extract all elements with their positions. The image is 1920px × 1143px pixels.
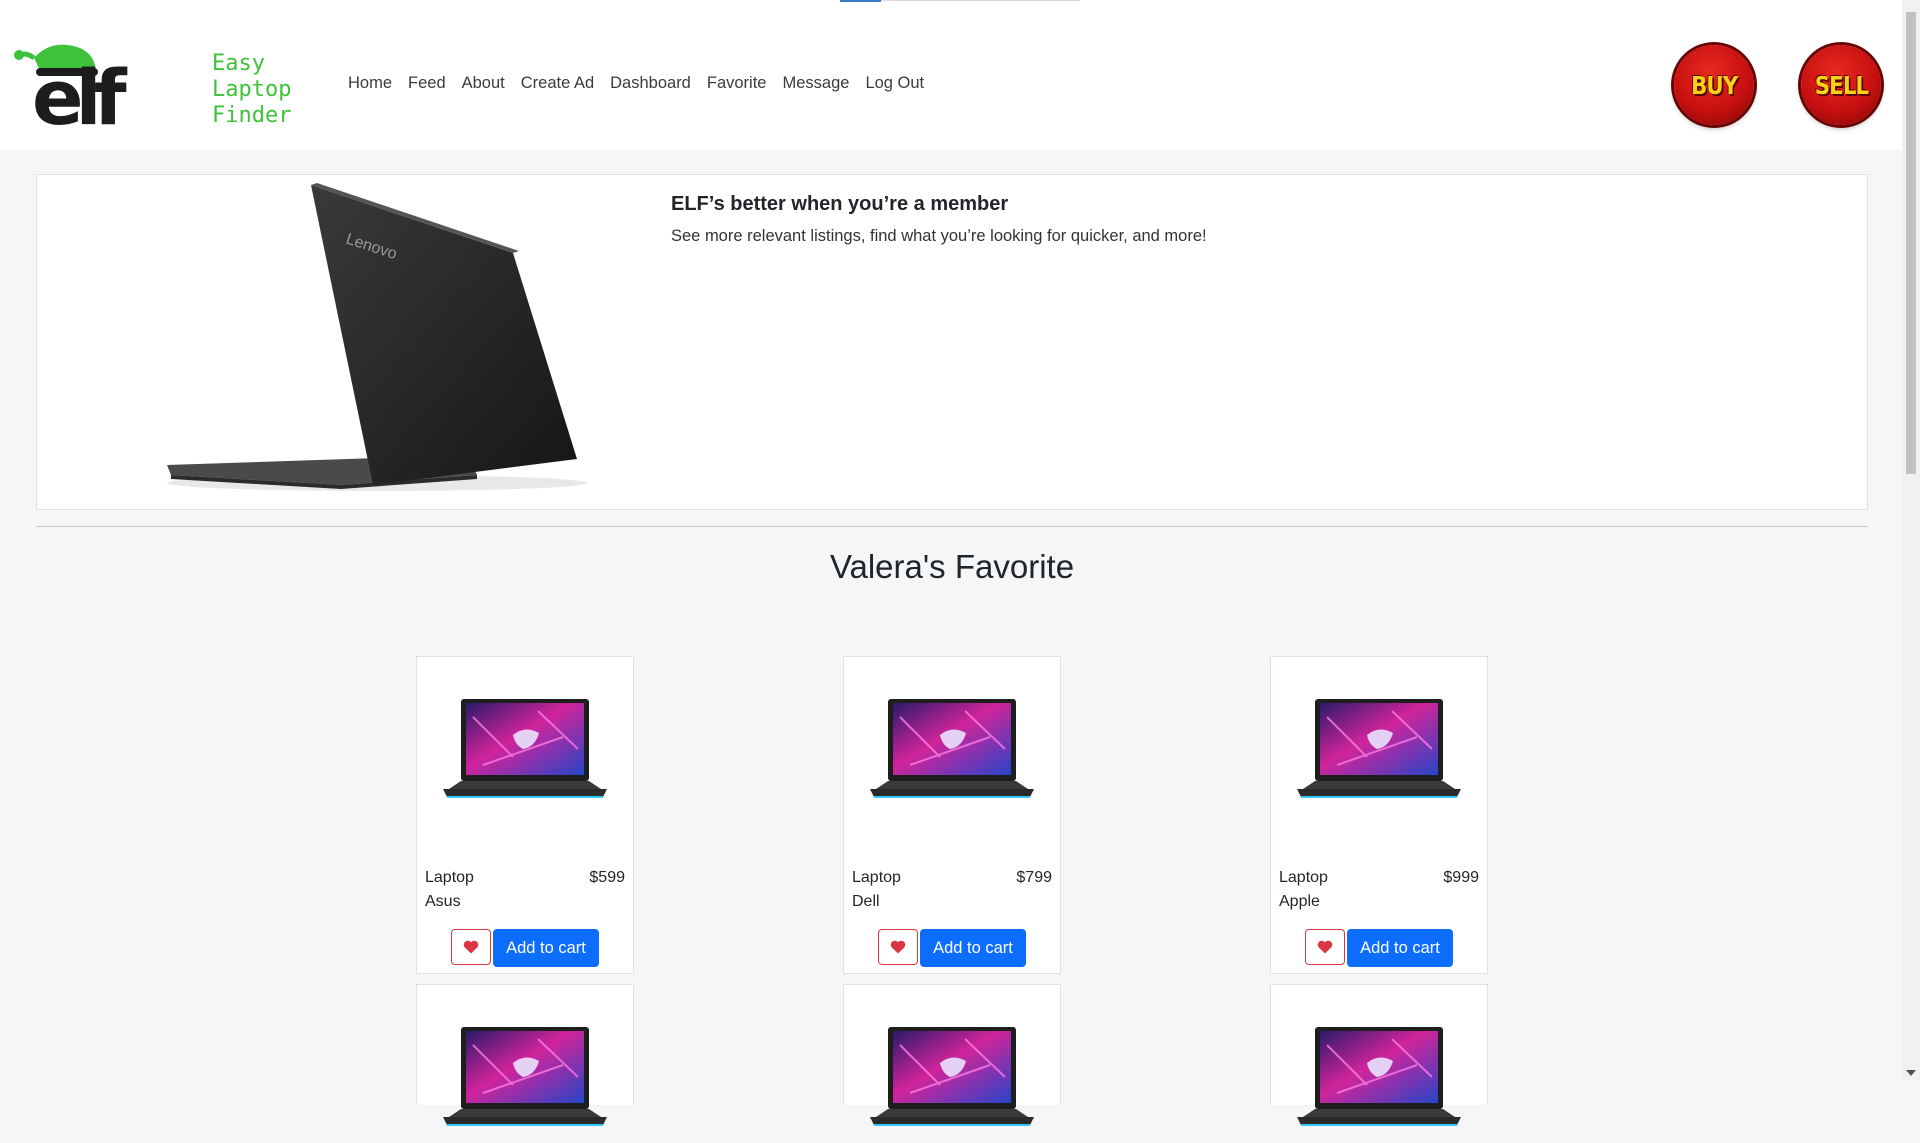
product-laptop-image: [1297, 1027, 1461, 1126]
nav-dashboard[interactable]: Dashboard: [610, 74, 691, 93]
nav-message[interactable]: Message: [782, 74, 849, 93]
product-brand: Apple: [1279, 893, 1320, 910]
product-price: $799: [1016, 869, 1052, 886]
product-card: [416, 984, 634, 1126]
product-laptop-image: [870, 1027, 1034, 1126]
product-card: [843, 984, 1061, 1126]
product-laptop-image: [443, 1027, 607, 1126]
favorite-button[interactable]: [451, 929, 491, 965]
sell-button-label: SELL: [1814, 70, 1868, 100]
product-name: Laptop: [852, 869, 901, 886]
add-to-cart-button[interactable]: Add to cart: [920, 929, 1026, 967]
favorite-button[interactable]: [878, 929, 918, 965]
page-load-progress-fill: [840, 0, 881, 2]
product-card: Laptop Dell $799 Add to cart: [843, 656, 1061, 974]
nav-log-out[interactable]: Log Out: [865, 74, 924, 93]
logo-line-easy: Easy: [212, 51, 265, 76]
favorites-title: Valera's Favorite: [829, 548, 1075, 585]
nav-create-ad[interactable]: Create Ad: [521, 74, 594, 93]
logo-line-finder: Finder: [212, 103, 291, 128]
buy-button[interactable]: BUY: [1674, 45, 1754, 125]
page-scrollbar[interactable]: [1902, 0, 1920, 1080]
add-to-cart-button[interactable]: Add to cart: [1347, 929, 1453, 967]
nav-about[interactable]: About: [462, 74, 505, 93]
heart-icon: [890, 940, 906, 954]
nav-favorite[interactable]: Favorite: [707, 74, 767, 93]
product-price: $999: [1443, 869, 1479, 886]
buy-button-label: BUY: [1690, 70, 1738, 100]
scrollbar-thumb[interactable]: [1906, 12, 1916, 474]
product-card: Laptop Apple $999 Add to cart: [1270, 656, 1488, 974]
logo-mark-text: elf: [32, 53, 128, 130]
heart-icon: [463, 940, 479, 954]
product-brand: Dell: [852, 893, 880, 910]
product-laptop-image: [870, 699, 1034, 798]
banner-subtitle: See more relevant listings, find what yo…: [671, 227, 1207, 245]
logo-line-laptop: Laptop: [212, 77, 291, 102]
section-divider: [36, 526, 1868, 527]
elf-logo[interactable]: elf Easy Laptop Finder: [12, 40, 312, 130]
product-card: [1270, 984, 1488, 1126]
main-nav: Home Feed About Create Ad Dashboard Favo…: [348, 74, 940, 93]
add-to-cart-button[interactable]: Add to cart: [493, 929, 599, 967]
top-navbar: elf Easy Laptop Finder Home Feed About C…: [0, 0, 1902, 150]
product-card: Laptop Asus $599 Add to cart: [416, 656, 634, 974]
product-laptop-image: [443, 699, 607, 798]
heart-icon: [1317, 940, 1333, 954]
hero-laptop-image: Lenovo: [167, 183, 587, 491]
nav-home[interactable]: Home: [348, 74, 392, 93]
member-banner: Lenovo ELF’s better when you’re a member…: [36, 174, 1868, 510]
banner-title: ELF’s better when you’re a member: [671, 193, 1009, 215]
product-price: $599: [589, 869, 625, 886]
nav-feed[interactable]: Feed: [408, 74, 446, 93]
scroll-down-arrow-icon[interactable]: [1906, 1070, 1916, 1076]
product-name: Laptop: [1279, 869, 1328, 886]
product-brand: Asus: [425, 893, 461, 910]
sell-button[interactable]: SELL: [1801, 45, 1881, 125]
product-name: Laptop: [425, 869, 474, 886]
product-laptop-image: [1297, 699, 1461, 798]
favorite-button[interactable]: [1305, 929, 1345, 965]
